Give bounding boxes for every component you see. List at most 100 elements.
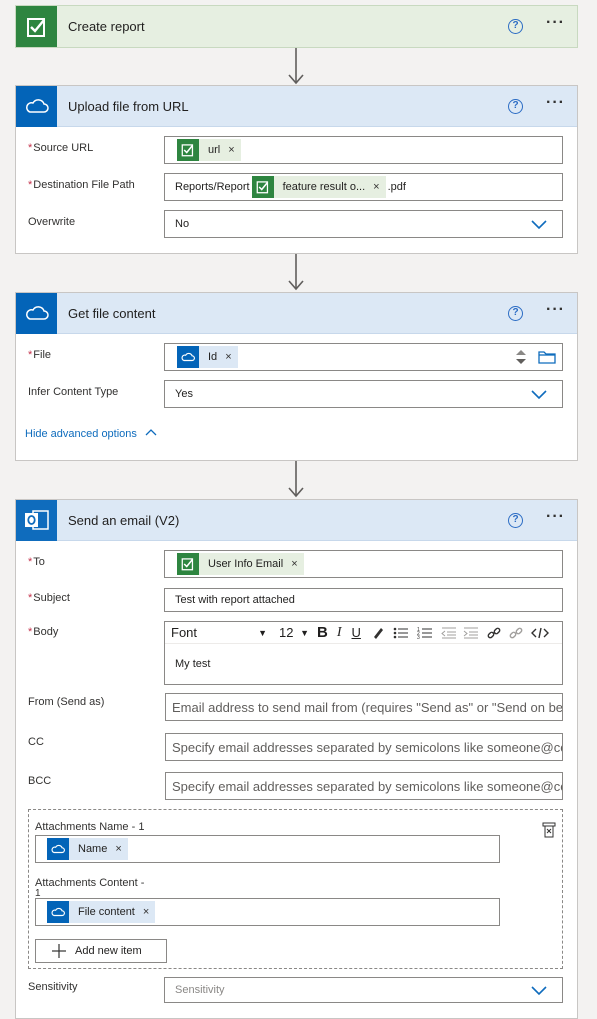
get-file-content-card[interactable]: Get file content ? ··· *File Id × Infer … [15,292,578,461]
link-icon[interactable] [487,626,501,640]
infer-label: Infer Content Type [28,386,119,398]
remove-token-icon[interactable]: × [291,558,297,570]
sensitivity-dropdown[interactable]: Sensitivity [164,977,563,1003]
folder-browse-icon[interactable] [538,350,556,364]
dynamic-token[interactable]: Id × [177,346,238,368]
help-icon[interactable]: ? [508,513,523,528]
bold-icon[interactable]: B [317,624,328,641]
attach-content-label: Attachments Content - [35,877,145,889]
remove-token-icon[interactable]: × [228,144,234,156]
decrease-indent-icon[interactable] [441,626,457,640]
sensitivity-row: Sensitivity Sensitivity [28,977,563,1005]
more-options-icon[interactable]: ··· [546,95,565,111]
create-report-header[interactable]: Create report ? ··· [16,6,577,47]
flow-arrow-icon [288,254,304,291]
forms-icon [251,176,274,198]
underline-icon[interactable]: U [352,625,361,640]
spinner-arrows-icon[interactable] [514,347,528,367]
cc-label: CC [28,736,44,748]
from-row: From (Send as) Email address to send mai… [28,693,563,723]
remove-token-icon[interactable]: × [225,351,231,363]
overwrite-row: Overwrite No [28,210,563,240]
bullet-list-icon[interactable] [393,626,409,640]
font-family-select[interactable]: Font ▼ [171,625,267,640]
more-options-icon[interactable]: ··· [546,509,565,525]
svg-text:3: 3 [417,635,420,640]
card-title: Upload file from URL [68,98,189,114]
to-row: *To User Info Email × [28,550,563,580]
remove-token-icon[interactable]: × [115,843,121,855]
from-label: From (Send as) [28,696,105,708]
source-url-row: *Source URL url × [28,136,563,166]
from-input[interactable]: Email address to send mail from (require… [165,693,563,721]
body-editor[interactable]: Font ▼ 12 ▼ B I U 123 My test [164,621,563,685]
more-options-icon[interactable]: ··· [546,302,565,318]
infer-dropdown[interactable]: Yes [164,380,563,408]
caret-down-icon: ▼ [258,627,267,638]
send-email-header[interactable]: Send an email (V2) ? ··· [16,499,577,541]
cc-input[interactable]: Specify email addresses separated by sem… [165,733,563,761]
body-content[interactable]: My test [175,658,210,670]
overwrite-label: Overwrite [28,216,76,228]
file-field[interactable]: Id × [164,343,563,371]
help-icon[interactable]: ? [508,99,523,114]
bcc-label: BCC [28,775,52,787]
subject-field[interactable]: Test with report attached [164,588,563,612]
dynamic-token[interactable]: Name × [47,838,128,860]
hide-advanced-link[interactable]: Hide advanced options [25,427,158,440]
body-label: *Body [28,626,59,638]
remove-token-icon[interactable]: × [143,906,149,918]
more-options-icon[interactable]: ··· [546,15,565,31]
dest-path-field[interactable]: Reports/Report feature result o... × .pd… [164,173,563,201]
onedrive-icon [16,292,57,334]
to-field[interactable]: User Info Email × [164,550,563,578]
overwrite-dropdown[interactable]: No [164,210,563,238]
upload-file-header[interactable]: Upload file from URL ? ··· [16,85,577,127]
subject-row: *Subject Test with report attached [28,588,563,614]
body-row: *Body Font ▼ 12 ▼ B I U 123 My test [28,621,563,686]
numbered-list-icon[interactable]: 123 [417,626,433,640]
caret-down-icon: ▼ [300,627,309,638]
bcc-row: BCC Specify email addresses separated by… [28,772,563,802]
send-email-card[interactable]: Send an email (V2) ? ··· *To User Info E… [15,499,578,1019]
code-view-icon[interactable] [530,626,549,640]
forms-icon [177,553,199,575]
attach-name-label: Attachments Name - 1 [35,821,145,833]
flow-arrow-icon [288,461,304,498]
card-title: Send an email (V2) [68,512,180,528]
path-suffix: .pdf [387,181,406,193]
cc-row: CC Specify email addresses separated by … [28,733,563,763]
delete-item-icon[interactable] [542,822,556,841]
create-report-card[interactable]: Create report ? ··· [15,5,578,48]
bcc-input[interactable]: Specify email addresses separated by sem… [165,772,563,800]
help-icon[interactable]: ? [508,19,523,34]
path-prefix: Reports/Report [175,181,250,193]
italic-icon[interactable]: I [337,625,342,641]
source-url-label: *Source URL [28,142,94,154]
attach-name-field[interactable]: Name × [35,835,500,863]
dynamic-token[interactable]: feature result o... × [251,176,386,198]
to-label: *To [28,556,45,568]
dest-path-label: *Destination File Path [28,179,135,191]
file-row: *File Id × [28,343,563,373]
source-url-field[interactable]: url × [164,136,563,164]
help-icon[interactable]: ? [508,306,523,321]
unlink-icon[interactable] [509,626,523,640]
dynamic-token[interactable]: File content × [47,901,156,923]
increase-indent-icon[interactable] [463,626,479,640]
subject-label: *Subject [28,592,70,604]
add-new-item-button[interactable]: Add new item [35,939,167,963]
remove-token-icon[interactable]: × [373,181,379,193]
outlook-icon [16,499,57,541]
attach-content-field[interactable]: File content × [35,898,500,926]
infer-row: Infer Content Type Yes [28,380,563,410]
dynamic-token[interactable]: User Info Email × [177,553,304,575]
font-size-select[interactable]: 12 ▼ [279,625,309,640]
get-file-header[interactable]: Get file content ? ··· [16,292,577,334]
chevron-down-icon [531,390,547,400]
dynamic-token[interactable]: url × [177,139,241,161]
sensitivity-label: Sensitivity [28,981,78,993]
flow-arrow-icon [288,48,304,85]
upload-file-card[interactable]: Upload file from URL ? ··· *Source URL u… [15,85,578,254]
highlight-icon[interactable] [371,626,385,640]
